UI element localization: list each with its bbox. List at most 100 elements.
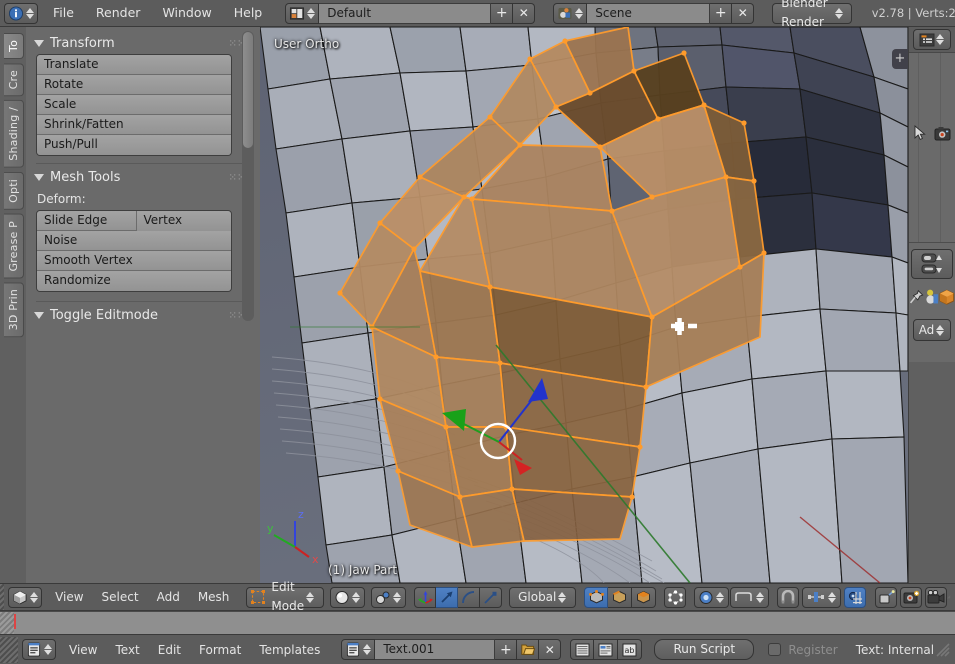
panel-header-toggle-editmode[interactable]: Toggle Editmode ⁙⁙ <box>34 305 260 326</box>
screen-layout-selector[interactable] <box>285 2 320 24</box>
view3d-menu-add[interactable]: Add <box>148 584 189 610</box>
face-select-button[interactable] <box>632 586 657 608</box>
text-menu-templates[interactable]: Templates <box>250 637 329 663</box>
object-icon[interactable] <box>939 289 955 305</box>
menu-help[interactable]: Help <box>223 0 274 26</box>
syntax-highlight-button[interactable]: ab <box>618 639 643 660</box>
falloff-dropdown[interactable] <box>730 586 770 608</box>
tab-create[interactable]: Cre <box>4 62 24 97</box>
register-checkbox[interactable] <box>768 643 782 656</box>
text-menu-text[interactable]: Text <box>106 637 148 663</box>
open-text-button[interactable] <box>517 639 540 660</box>
scale-manipulator-icon <box>484 591 497 604</box>
new-text-button[interactable]: + <box>495 639 518 660</box>
push-pull-button[interactable]: Push/Pull <box>37 135 231 155</box>
screen-layout-name-field[interactable]: Default <box>319 2 492 24</box>
view3d-footer-corner-grip[interactable] <box>947 589 951 605</box>
tab-grease-pencil[interactable]: Grease P <box>4 213 24 279</box>
delete-screen-layout-button[interactable]: ✕ <box>513 2 536 24</box>
text-editor-corner-grip[interactable] <box>0 636 18 663</box>
text-datablock-spinner[interactable] <box>361 639 372 660</box>
tab-3d-print[interactable]: 3D Prin <box>4 282 24 338</box>
text-menu-view[interactable]: View <box>60 637 106 663</box>
text-datablock-name-field[interactable]: Text.001 <box>375 639 496 660</box>
3d-viewport[interactable]: z y x User Ortho (1) Jaw Part + <box>260 27 908 583</box>
add-screen-layout-button[interactable]: + <box>491 2 514 24</box>
add-scene-button[interactable]: + <box>710 2 733 24</box>
material-icon[interactable] <box>926 289 939 305</box>
register-checkbox-group[interactable]: Register <box>768 643 838 657</box>
delete-scene-button[interactable]: ✕ <box>732 2 755 24</box>
editor-type-spinner[interactable] <box>24 3 35 24</box>
snap-element-button[interactable] <box>844 586 867 608</box>
cursor-arrow-icon[interactable] <box>913 125 927 141</box>
panel-header-mesh-tools[interactable]: Mesh Tools ⁙⁙ <box>34 167 260 188</box>
view3d-menu-select[interactable]: Select <box>93 584 148 610</box>
rotate-button[interactable]: Rotate <box>37 75 231 95</box>
edge-select-button[interactable] <box>608 586 633 608</box>
scale-button[interactable]: Scale <box>37 95 231 115</box>
viewport-properties-tab-handle[interactable]: + <box>892 49 908 69</box>
snap-target-dropdown[interactable] <box>802 586 842 608</box>
camera-icon[interactable] <box>934 126 951 141</box>
run-script-button[interactable]: Run Script <box>654 639 755 660</box>
interaction-mode-spinner <box>304 587 315 608</box>
scene-selector[interactable] <box>553 2 588 24</box>
viewport-shading-dropdown[interactable] <box>330 586 366 608</box>
view3d-editor-spinner[interactable] <box>28 587 39 608</box>
view3d-menu-mesh[interactable]: Mesh <box>189 584 239 610</box>
text-menu-format[interactable]: Format <box>190 637 250 663</box>
slide-edge-button[interactable]: Slide Edge <box>37 211 136 231</box>
render-image-button[interactable] <box>900 586 923 608</box>
render-animation-button[interactable] <box>925 586 948 608</box>
pivot-point-dropdown[interactable] <box>371 586 407 608</box>
view3d-corner-grip[interactable] <box>0 584 5 610</box>
menu-window[interactable]: Window <box>151 0 222 26</box>
scale-manipulator-button[interactable] <box>480 586 503 608</box>
manipulator-toggle-button[interactable] <box>414 586 437 608</box>
transform-orientation-dropdown[interactable]: Global <box>509 586 577 608</box>
tab-options[interactable]: Opti <box>4 172 24 210</box>
render-shading-button[interactable] <box>875 586 898 608</box>
tool-shelf-scrollbar[interactable] <box>242 31 254 321</box>
tab-shading-uvs[interactable]: Shading / <box>4 100 24 169</box>
line-numbers-button[interactable] <box>570 639 595 660</box>
proportional-edit-dropdown[interactable] <box>694 586 730 608</box>
text-editor-type-spinner[interactable] <box>42 639 53 660</box>
text-editor-type-selector[interactable] <box>22 639 56 660</box>
add-dropdown-button[interactable]: Ad <box>913 319 951 341</box>
snap-toggle-button[interactable] <box>777 586 800 608</box>
translate-manipulator-button[interactable] <box>436 586 459 608</box>
text-menu-edit[interactable]: Edit <box>149 637 190 663</box>
pin-icon[interactable] <box>909 289 925 305</box>
properties-region-body[interactable] <box>909 53 955 257</box>
scene-name-field[interactable]: Scene <box>587 2 711 24</box>
text-editor-body[interactable] <box>0 612 955 634</box>
rotate-manipulator-button[interactable] <box>458 586 481 608</box>
scene-spinner[interactable] <box>573 3 584 24</box>
vertex-select-button[interactable] <box>584 586 609 608</box>
transform-fields-button[interactable] <box>911 249 953 279</box>
screen-layout-spinner[interactable] <box>305 3 316 24</box>
vertex-button[interactable]: Vertex <box>135 211 231 231</box>
word-wrap-button[interactable] <box>594 639 619 660</box>
noise-button[interactable]: Noise <box>37 231 231 251</box>
tab-tools[interactable]: To <box>4 33 24 59</box>
translate-button[interactable]: Translate <box>37 55 231 75</box>
view3d-menu-view[interactable]: View <box>46 584 92 610</box>
menu-render[interactable]: Render <box>85 0 152 26</box>
view3d-editor-type-selector[interactable] <box>8 586 43 608</box>
text-datablock-selector[interactable] <box>341 639 376 660</box>
text-footer-corner-grip[interactable] <box>935 642 951 658</box>
randomize-button[interactable]: Randomize <box>37 271 231 291</box>
outliner-editor-selector[interactable] <box>913 29 951 50</box>
smooth-vertex-button[interactable]: Smooth Vertex <box>37 251 231 271</box>
render-engine-dropdown[interactable]: Blender Render <box>772 0 852 29</box>
editor-type-selector[interactable] <box>4 2 38 24</box>
panel-header-transform[interactable]: Transform ⁙⁙ <box>34 33 260 54</box>
limit-selection-button[interactable] <box>664 586 687 608</box>
shrink-fatten-button[interactable]: Shrink/Fatten <box>37 115 231 135</box>
unlink-text-button[interactable]: ✕ <box>539 639 562 660</box>
menu-file[interactable]: File <box>42 0 85 26</box>
interaction-mode-dropdown[interactable]: Edit Mode <box>246 580 325 613</box>
